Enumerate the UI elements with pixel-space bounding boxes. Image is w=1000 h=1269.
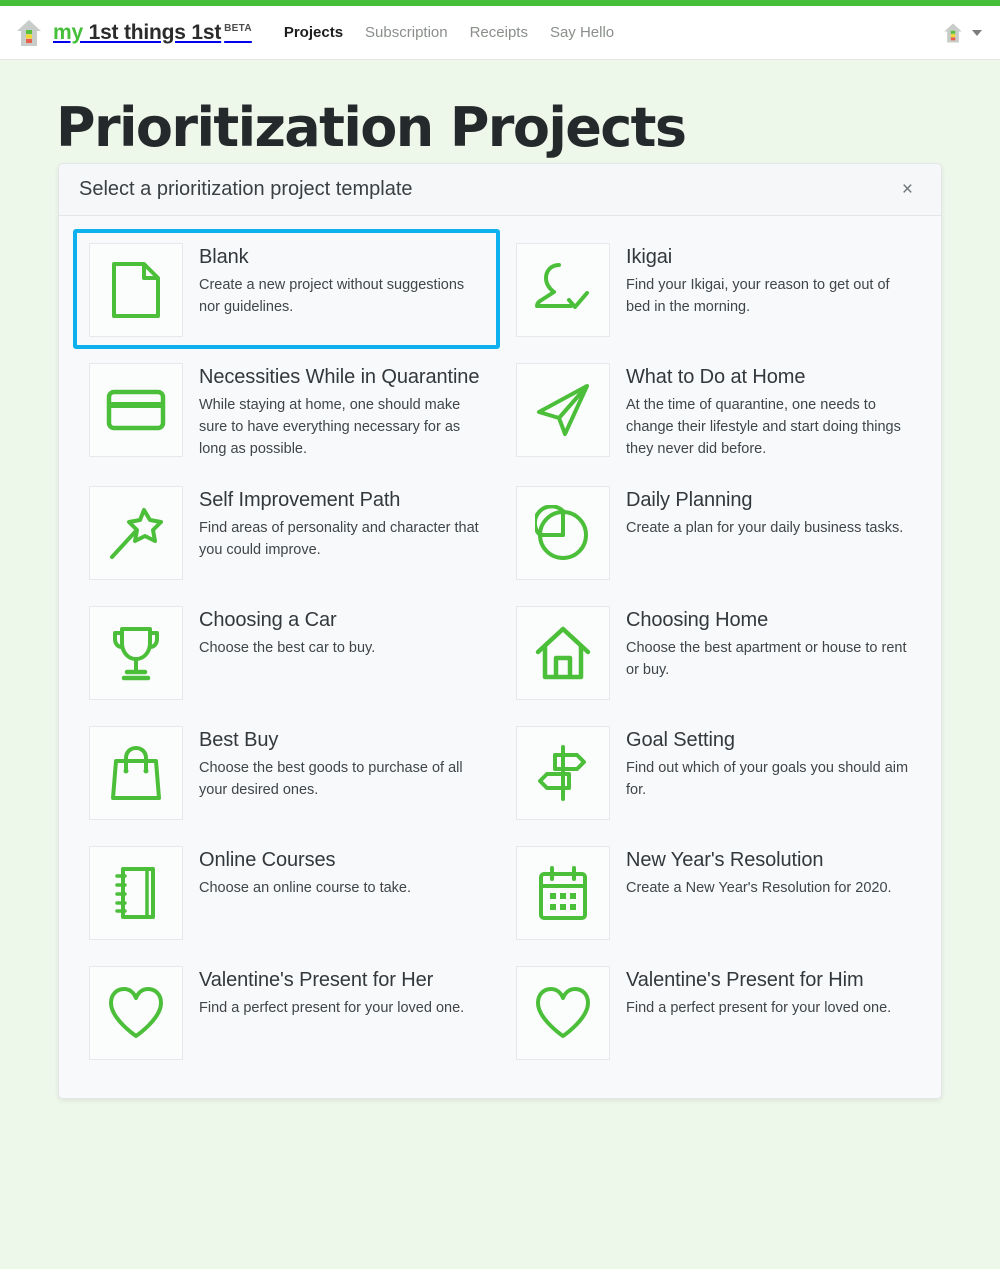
credit-card-icon (89, 363, 183, 457)
calendar-icon (516, 846, 610, 941)
house-logo-icon (14, 18, 44, 48)
template-text: Daily Planning Create a plan for your dai… (626, 486, 903, 539)
brand-prefix: my (53, 20, 83, 44)
nav-link-projects[interactable]: Projects (284, 24, 343, 41)
close-icon[interactable]: × (896, 176, 919, 203)
template-card[interactable]: Online Courses Choose an online course to… (73, 832, 500, 952)
brand-home-link[interactable]: my 1st things 1st BETA (14, 18, 252, 48)
template-card[interactable]: Valentine's Present for Her Find a perfec… (73, 952, 500, 1072)
modal-header: Select a prioritization project template… (59, 164, 941, 216)
page-title: Prioritization Projects (56, 96, 687, 159)
template-title: Best Buy (199, 729, 279, 752)
home-icon (516, 606, 610, 701)
template-text: New Year's Resolution Create a New Year's… (626, 846, 892, 899)
template-title: Valentine's Present for Him (626, 969, 864, 992)
template-text: Choosing a Car Choose the best car to buy… (199, 606, 375, 659)
modal-title: Select a prioritization project template (79, 178, 413, 200)
chevron-down-icon[interactable] (972, 29, 982, 36)
template-description: Create a plan for your daily business ta… (626, 520, 904, 537)
template-card[interactable]: What to Do at Home At the time of quarant… (500, 349, 927, 472)
template-description: Find your Ikigai, your reason to get out… (626, 277, 890, 316)
brand-text: my 1st things 1st BETA (53, 21, 252, 45)
heart-icon (516, 966, 610, 1061)
template-card[interactable]: Necessities While in Quarantine While sta… (73, 349, 500, 472)
template-description: Create a New Year's Resolution for 2020. (626, 880, 892, 897)
document-icon (89, 243, 183, 337)
trophy-icon (89, 606, 183, 701)
template-text: Online Courses Choose an online course to… (199, 846, 411, 899)
template-title: Daily Planning (626, 489, 753, 512)
house-avatar-icon (942, 22, 964, 44)
main-navigation: Projects Subscription Receipts Say Hello (284, 24, 614, 41)
template-title: Blank (199, 246, 249, 268)
template-card[interactable]: Best Buy Choose the best goods to purchas… (73, 712, 500, 832)
nav-link-receipts[interactable]: Receipts (470, 24, 528, 41)
nav-link-say-hello[interactable]: Say Hello (550, 24, 614, 41)
pie-chart-icon (516, 486, 610, 581)
template-description: Choose an online course to take. (199, 880, 411, 897)
template-text: Valentine's Present for Him Find a perfec… (626, 966, 891, 1019)
template-text: Ikigai Find your Ikigai, your reason to g… (626, 243, 911, 318)
template-description: Choose the best goods to purchase of all… (199, 760, 463, 799)
template-text: Choosing Home Choose the best apartment o… (626, 606, 911, 681)
template-picker-modal: Select a prioritization project template… (58, 163, 942, 1100)
template-text: What to Do at Home At the time of quarant… (626, 363, 911, 460)
template-text: Blank Create a new project without sugges… (199, 243, 484, 318)
template-card[interactable]: Valentine's Present for Him Find a perfec… (500, 952, 927, 1072)
nav-link-subscription[interactable]: Subscription (365, 24, 448, 41)
heart-icon (89, 966, 183, 1061)
template-grid: Blank Create a new project without sugges… (73, 229, 927, 1072)
navbar: my 1st things 1st BETA Projects Subscript… (0, 6, 1000, 60)
template-description: Create a new project without suggestions… (199, 277, 465, 316)
brand-beta-badge: BETA (224, 22, 252, 34)
template-description: While staying at home, one should make s… (199, 397, 461, 458)
template-card[interactable]: Choosing a Car Choose the best car to buy… (73, 592, 500, 712)
template-description: Find a perfect present for your loved on… (199, 1000, 465, 1017)
template-card[interactable]: Choosing Home Choose the best apartment o… (500, 592, 927, 712)
template-title: Necessities While in Quarantine (199, 366, 480, 388)
template-text: Valentine's Present for Her Find a perfec… (199, 966, 464, 1019)
template-title: What to Do at Home (626, 366, 806, 388)
template-card[interactable]: Self Improvement Path Find areas of perso… (73, 472, 500, 592)
template-title: Valentine's Present for Her (199, 969, 434, 992)
template-description: Choose the best apartment or house to re… (626, 640, 907, 679)
template-card[interactable]: Blank Create a new project without sugges… (73, 229, 500, 349)
modal-body: Blank Create a new project without sugges… (59, 216, 941, 1098)
template-text: Self Improvement Path Find areas of perso… (199, 486, 484, 561)
template-title: Choosing Home (626, 609, 769, 632)
template-title: Self Improvement Path (199, 489, 401, 512)
person-check-icon (516, 243, 610, 337)
template-title: New Year's Resolution (626, 849, 824, 872)
notebook-icon (89, 846, 183, 941)
template-card[interactable]: New Year's Resolution Create a New Year's… (500, 832, 927, 952)
template-card[interactable]: Daily Planning Create a plan for your dai… (500, 472, 927, 592)
signpost-icon (516, 726, 610, 821)
magic-wand-icon (89, 486, 183, 581)
template-card[interactable]: Goal Setting Find out which of your goals… (500, 712, 927, 832)
template-title: Ikigai (626, 246, 673, 268)
template-card[interactable]: Ikigai Find your Ikigai, your reason to g… (500, 229, 927, 349)
template-text: Goal Setting Find out which of your goals… (626, 726, 911, 801)
template-text: Necessities While in Quarantine While sta… (199, 363, 484, 460)
brand-rest: 1st things 1st (82, 20, 222, 44)
template-title: Online Courses (199, 849, 336, 872)
paper-plane-icon (516, 363, 610, 457)
shopping-bag-icon (89, 726, 183, 821)
template-description: Choose the best car to buy. (199, 640, 376, 657)
template-description: Find out which of your goals you should … (626, 760, 909, 799)
template-description: At the time of quarantine, one needs to … (626, 397, 901, 458)
template-text: Best Buy Choose the best goods to purchas… (199, 726, 484, 801)
account-menu[interactable] (942, 22, 982, 44)
template-description: Find areas of personality and character … (199, 520, 479, 559)
template-description: Find a perfect present for your loved on… (626, 1000, 892, 1017)
template-title: Choosing a Car (199, 609, 337, 632)
template-title: Goal Setting (626, 729, 735, 752)
